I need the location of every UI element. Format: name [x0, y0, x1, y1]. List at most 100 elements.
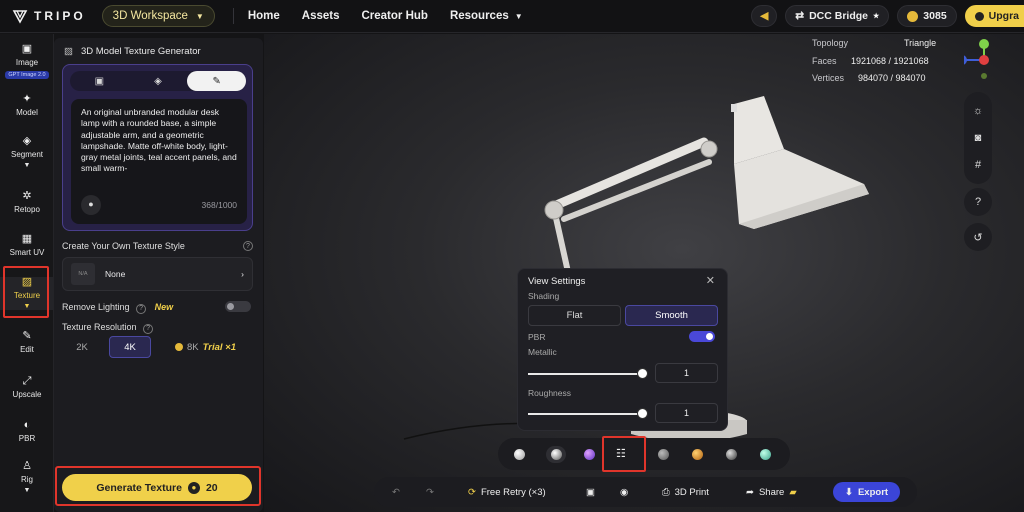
top-right-actions: ◀ ⇄ DCC Bridge ★ 3085 Upgra: [751, 5, 1024, 27]
metallic-slider-knob[interactable]: [637, 368, 648, 379]
new-flag-icon: ★: [873, 13, 880, 20]
metallic-slider[interactable]: [528, 373, 643, 375]
material-gray-icon[interactable]: [658, 449, 669, 460]
faces-label: Faces: [812, 56, 837, 66]
sidebar-item-edit[interactable]: ✎ Edit: [0, 330, 54, 355]
retry-icon: ⟳: [468, 486, 476, 498]
grid-icon[interactable]: #: [975, 159, 981, 171]
top-bar: TRIPO 3D Workspace ▼ Home Assets Creator…: [0, 0, 1024, 33]
mesh-icon: ✲: [22, 190, 32, 202]
view-settings-popup: View Settings ✕ Shading Flat Smooth PBR …: [517, 268, 728, 431]
3d-print-label: 3D Print: [674, 486, 709, 498]
material-gold-icon[interactable]: [692, 449, 703, 460]
printer-icon: ⎙: [662, 486, 670, 498]
nav-creator-hub[interactable]: Creator Hub: [361, 10, 427, 22]
close-icon[interactable]: ✕: [706, 274, 715, 287]
brush-icon: ✎: [22, 330, 32, 342]
camera-icon[interactable]: ◙: [975, 132, 982, 144]
shading-label: Shading: [528, 291, 560, 301]
history-button[interactable]: ↺: [964, 223, 992, 251]
tab-model[interactable]: ◈: [129, 71, 188, 91]
metallic-input[interactable]: 1: [655, 363, 718, 383]
sidebar-item-segment[interactable]: ◈ Segment ▼: [0, 136, 54, 170]
res-8k-button[interactable]: 8K Trial ×1: [158, 336, 253, 358]
notification-button[interactable]: ◀: [751, 5, 778, 27]
sidebar-item-label: PBR: [18, 434, 36, 443]
sidebar-item-label: Smart UV: [9, 248, 45, 257]
axis-gizmo-icon[interactable]: [964, 38, 1004, 82]
roughness-slider[interactable]: [528, 413, 643, 415]
brand-name: TRIPO: [34, 9, 86, 23]
tripo-logo-icon: [12, 10, 28, 24]
sidebar-item-label: Rig: [20, 475, 33, 484]
undo-icon[interactable]: ↶: [392, 487, 400, 498]
sidebar-item-upscale[interactable]: ⤢ Upscale: [0, 375, 54, 400]
sidebar-item-label: Model: [16, 108, 38, 117]
sidebar-item-model[interactable]: ✦ Model: [0, 94, 54, 118]
brand-logo[interactable]: TRIPO: [12, 8, 86, 24]
material-white-icon[interactable]: [514, 449, 525, 460]
roughness-input[interactable]: 1: [655, 403, 718, 423]
divider: [232, 8, 234, 24]
workspace-dropdown[interactable]: 3D Workspace ▼: [101, 5, 215, 27]
res-2k-button[interactable]: 2K: [62, 336, 102, 358]
style-value: None: [105, 269, 126, 279]
3d-print-button[interactable]: ⎙ 3D Print: [662, 487, 709, 498]
tab-image[interactable]: ▣: [70, 71, 129, 91]
lightbulb-button[interactable]: ●: [81, 195, 101, 215]
free-retry-button[interactable]: ⟳ Free Retry (×3): [468, 487, 546, 498]
download-icon: ⬇: [845, 486, 853, 498]
coin-icon: [175, 343, 183, 351]
credits-value: 3085: [923, 10, 947, 22]
upgrade-button[interactable]: Upgra: [964, 5, 1024, 27]
view-settings-title: View Settings: [528, 276, 586, 287]
sidebar-item-image[interactable]: ▣ Image GPT Image 2.0: [0, 44, 54, 79]
texture-style-selector[interactable]: N/A None ›: [62, 257, 253, 291]
sidebar-item-smart-uv[interactable]: ▦ Smart UV: [0, 234, 54, 258]
help-button[interactable]: ?: [964, 188, 992, 216]
coin-icon: [974, 11, 984, 21]
chevron-down-icon: ▼: [195, 11, 204, 21]
pbr-toggle[interactable]: [689, 331, 715, 342]
texture-icon: ▨: [64, 46, 73, 57]
tab-text[interactable]: ✎: [187, 71, 247, 91]
sidebar-item-pbr[interactable]: ◐ PBR: [0, 420, 54, 444]
export-label: Export: [857, 486, 889, 498]
vertices-value: 984070 / 984070: [858, 73, 926, 83]
redo-icon[interactable]: ↷: [426, 487, 434, 498]
reward-icon: ▰: [789, 486, 797, 498]
trial-tag: Trial ×1: [202, 341, 236, 353]
ar-view-icon[interactable]: ◉: [620, 487, 628, 498]
sidebar-item-retopo[interactable]: ✲ Retopo: [0, 190, 54, 215]
share-button[interactable]: ➦ Share ▰: [746, 487, 797, 498]
upscale-icon: ⤢: [22, 375, 32, 387]
smooth-button[interactable]: Smooth: [625, 305, 718, 326]
nav-home[interactable]: Home: [248, 10, 280, 22]
gift-icon[interactable]: ▣: [586, 487, 595, 498]
material-mint-icon[interactable]: [760, 449, 771, 460]
nav-assets[interactable]: Assets: [302, 10, 340, 22]
megaphone-icon: ◀: [760, 10, 769, 22]
input-mode-tabs: ▣ ◈ ✎: [70, 71, 247, 91]
help-icon[interactable]: ?: [243, 241, 253, 251]
roughness-slider-knob[interactable]: [637, 408, 648, 419]
material-iridescent-icon[interactable]: [584, 449, 595, 460]
flat-button[interactable]: Flat: [528, 305, 621, 326]
res-4k-button[interactable]: 4K: [109, 336, 151, 358]
remove-lighting-toggle[interactable]: [225, 301, 251, 312]
main-nav: Home Assets Creator Hub Resources ▼: [248, 10, 523, 22]
sidebar-item-rig[interactable]: ♙ Rig ▼: [0, 461, 54, 495]
faces-text: 1921068 / 1921068: [851, 56, 929, 66]
light-icon[interactable]: ☼: [973, 105, 983, 117]
help-icon[interactable]: ?: [143, 323, 154, 334]
help-icon[interactable]: ?: [136, 303, 147, 314]
panel-title: 3D Model Texture Generator: [80, 46, 201, 57]
sidebar-item-label: Upscale: [12, 390, 42, 399]
share-icon: ➦: [746, 486, 754, 498]
export-button[interactable]: ⬇ Export: [833, 482, 901, 502]
credits-display[interactable]: 3085: [897, 5, 957, 27]
dcc-bridge-button[interactable]: ⇄ DCC Bridge ★: [785, 5, 890, 27]
material-dark-icon[interactable]: [726, 449, 737, 460]
nav-resources[interactable]: Resources ▼: [450, 10, 523, 22]
prompt-textarea[interactable]: An original unbranded modular desk lamp …: [71, 99, 247, 224]
